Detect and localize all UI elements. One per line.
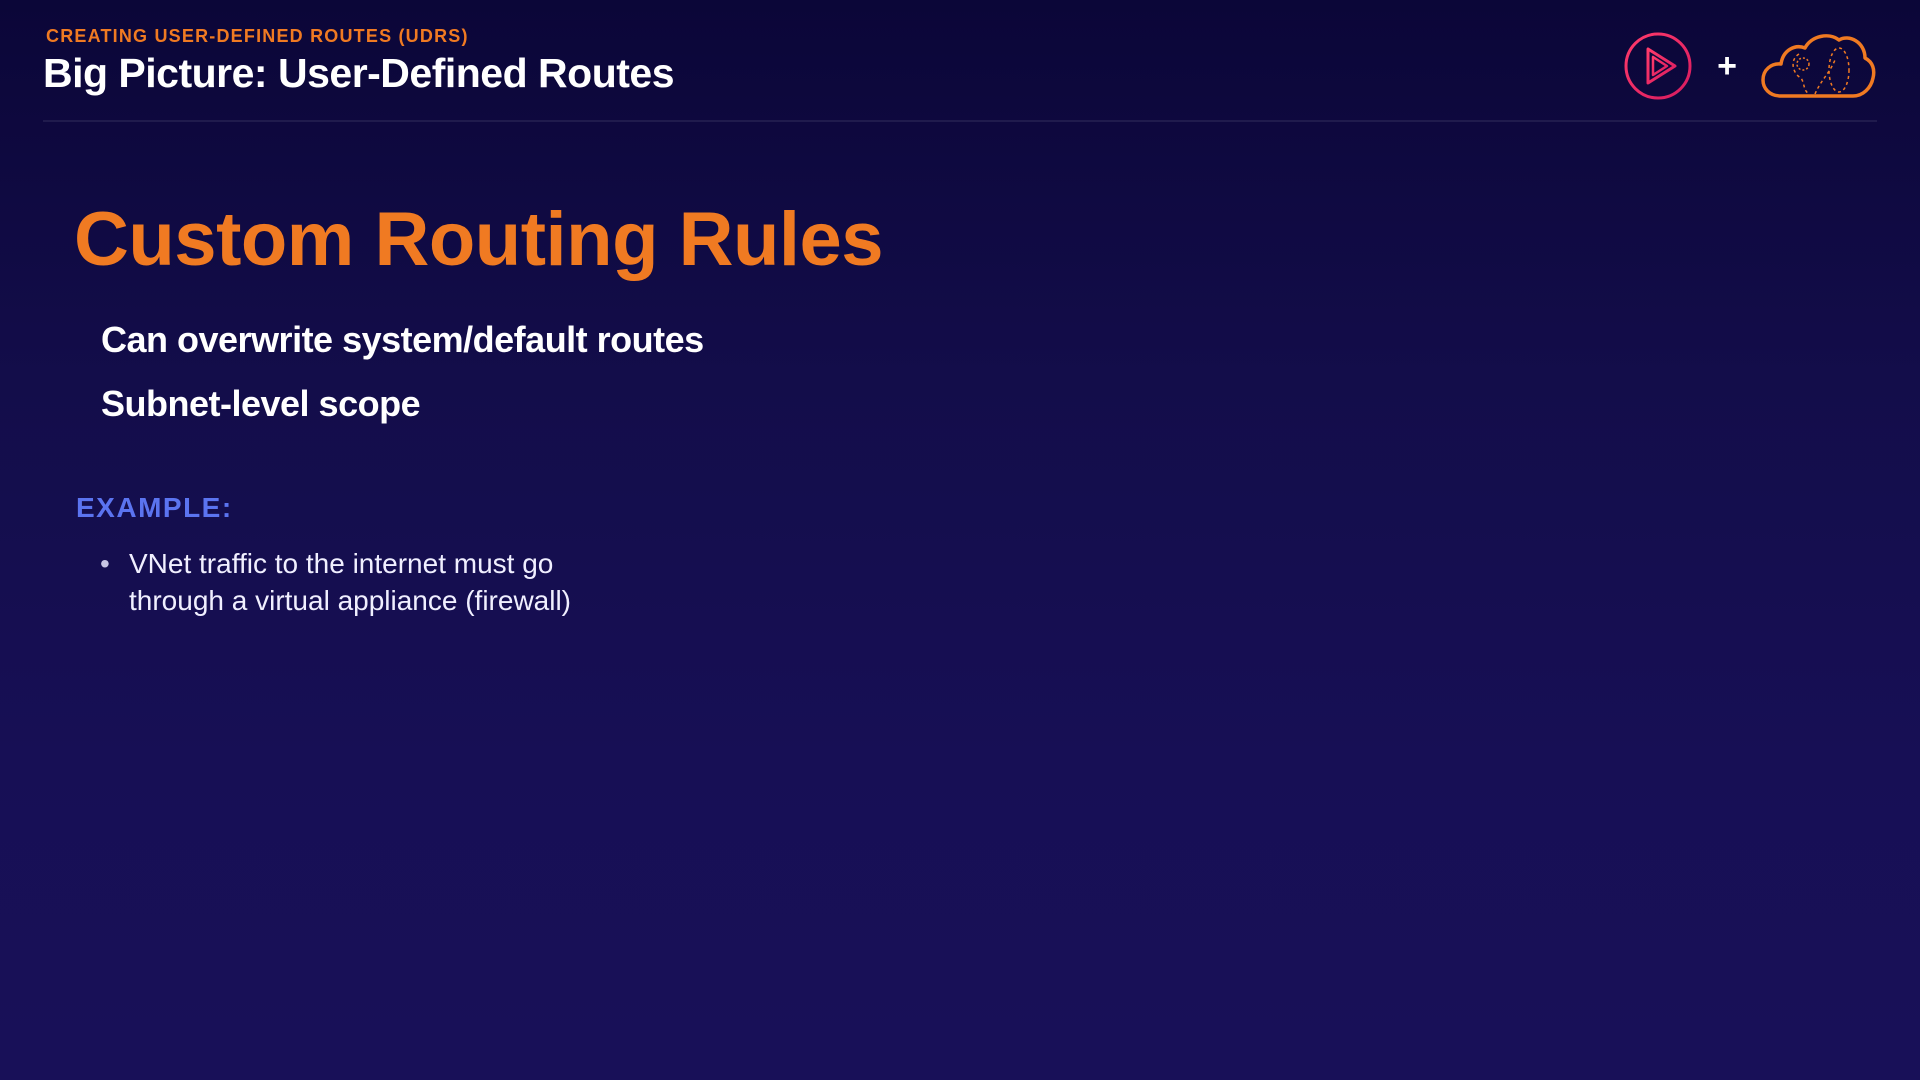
plus-sign: +	[1717, 46, 1737, 85]
bullet-dot: •	[100, 548, 110, 579]
slide-header: CREATING USER-DEFINED ROUTES (UDRS) Big …	[43, 26, 1877, 122]
point-overwrite-routes: Can overwrite system/default routes	[101, 319, 704, 360]
point-subnet-scope: Subnet-level scope	[101, 383, 421, 424]
logo-area: +	[1623, 30, 1877, 102]
example-list: • VNet traffic to the internet must go t…	[100, 545, 571, 619]
example-label: EXAMPLE:	[76, 492, 233, 523]
cloud-logo-icon	[1761, 34, 1876, 98]
slide-heading: Big Picture: User-Defined Routes	[43, 50, 675, 96]
main-title: Custom Routing Rules	[74, 197, 884, 282]
section-eyebrow: CREATING USER-DEFINED ROUTES (UDRS)	[46, 26, 469, 46]
example-line-2: through a virtual appliance (firewall)	[129, 585, 571, 616]
play-logo-icon	[1624, 32, 1692, 100]
list-item: • VNet traffic to the internet must go t…	[100, 545, 571, 619]
example-line-1: VNet traffic to the internet must go	[129, 548, 554, 579]
